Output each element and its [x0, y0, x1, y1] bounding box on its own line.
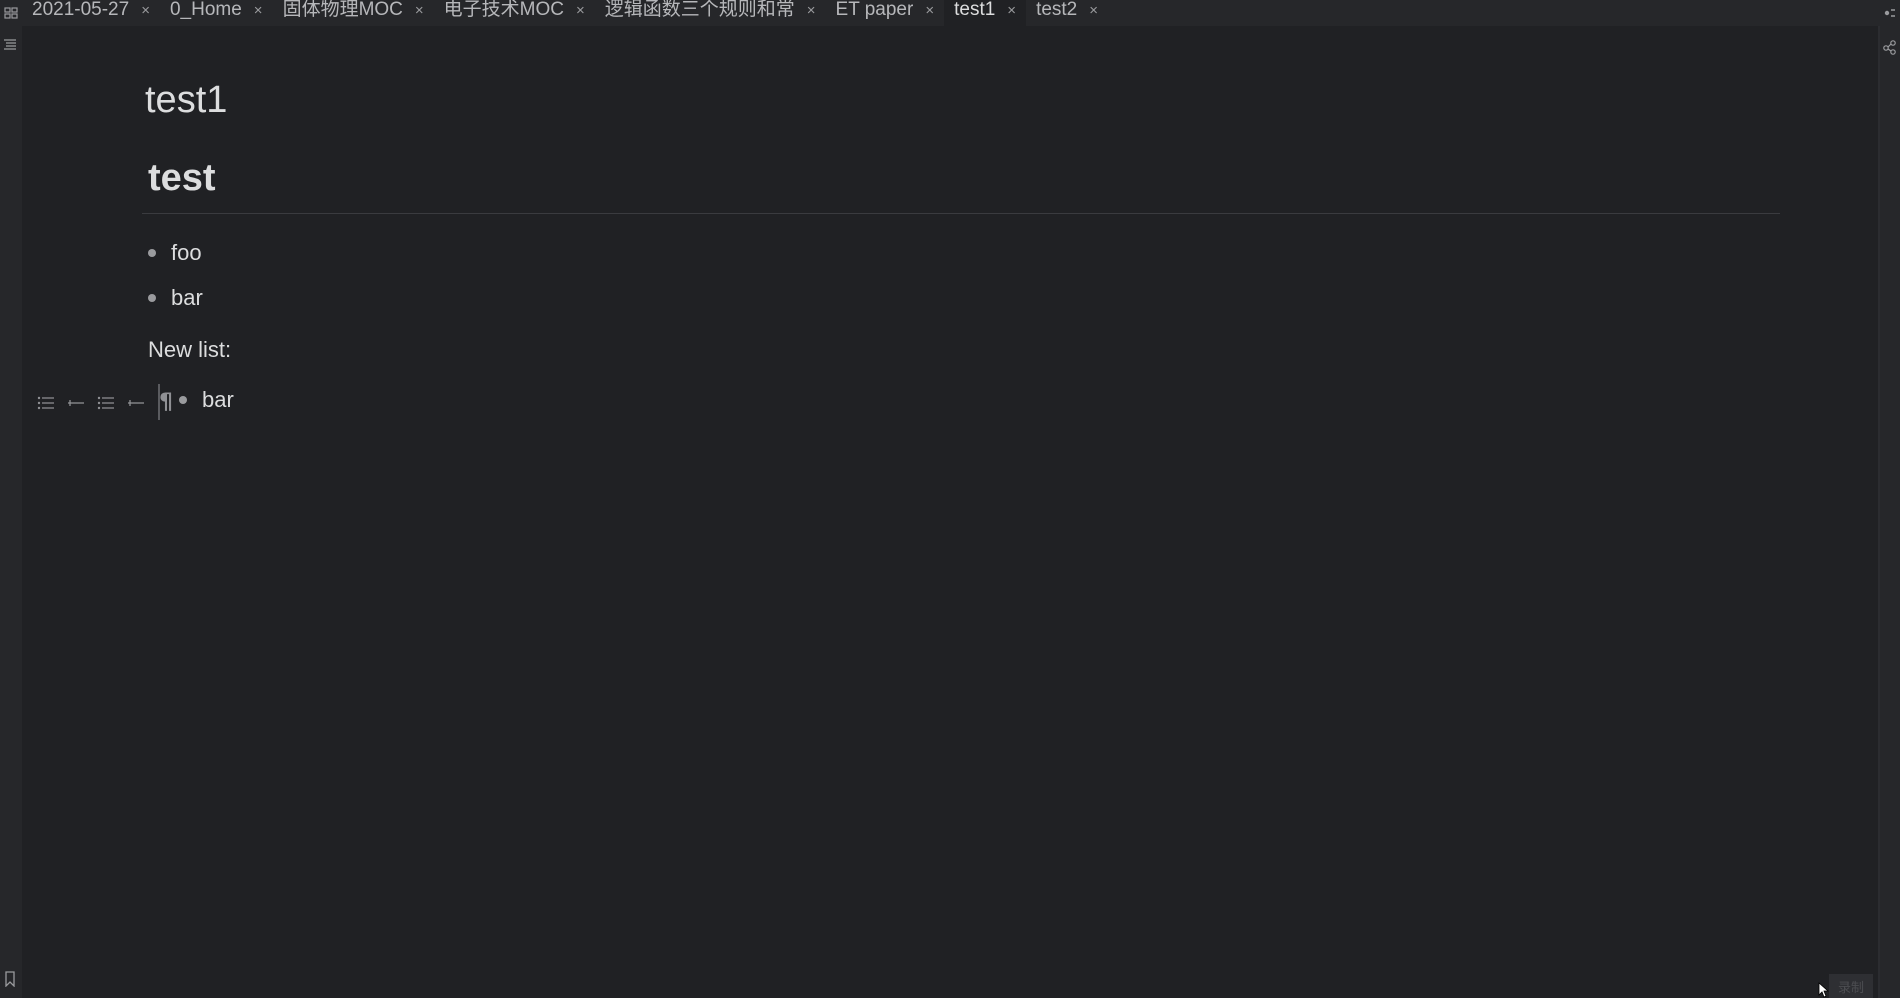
- tabs: 2021-05-27 × 0_Home × 固体物理MOC × 电子技术MOC …: [22, 0, 1108, 26]
- tab-et-paper[interactable]: ET paper ×: [826, 0, 945, 26]
- paragraph-new-list[interactable]: New list:: [148, 335, 231, 365]
- block-toolbar: ¶: [36, 388, 176, 418]
- bullet-list-icon[interactable]: [36, 393, 56, 413]
- outline-icon[interactable]: [1, 36, 19, 54]
- tab-label: ET paper: [835, 0, 914, 20]
- tab-solid-state-moc[interactable]: 固体物理MOC ×: [273, 0, 434, 26]
- bullet-icon: [179, 395, 187, 404]
- tab-bar: 2021-05-27 × 0_Home × 固体物理MOC × 电子技术MOC …: [0, 0, 1900, 26]
- heading-test[interactable]: test: [148, 156, 216, 200]
- tab-list-icon[interactable]: [0, 0, 22, 26]
- bookmark-icon[interactable]: [1, 970, 19, 988]
- tab-logic-functions[interactable]: 逻辑函数三个规则和常用 ×: [595, 0, 826, 26]
- app-window: 2021-05-27 × 0_Home × 固体物理MOC × 电子技术MOC …: [0, 0, 1900, 998]
- close-icon[interactable]: ×: [576, 0, 585, 22]
- left-ribbon: [0, 26, 22, 998]
- tab-0-home[interactable]: 0_Home ×: [160, 0, 273, 26]
- right-ribbon: [1880, 26, 1900, 998]
- note-title[interactable]: test1: [145, 78, 227, 122]
- tab-2021-05-27[interactable]: 2021-05-27 ×: [22, 0, 160, 26]
- close-icon[interactable]: ×: [925, 0, 934, 22]
- close-icon[interactable]: ×: [807, 0, 816, 22]
- close-icon[interactable]: ×: [1007, 0, 1016, 22]
- bullet-list-icon[interactable]: [96, 393, 116, 413]
- tab-test2[interactable]: test2 ×: [1026, 0, 1108, 26]
- tab-label: 2021-05-27: [32, 0, 130, 20]
- heading-divider: [142, 213, 1780, 214]
- tab-label: test2: [1036, 0, 1078, 20]
- list-item-text: bar: [202, 386, 234, 412]
- list-item[interactable]: bar: [148, 275, 203, 320]
- more-options-icon[interactable]: [1880, 0, 1900, 26]
- close-icon[interactable]: ×: [141, 0, 150, 22]
- tab-label: 电子技术MOC: [443, 0, 564, 20]
- tab-label: 0_Home: [169, 0, 242, 20]
- close-icon[interactable]: ×: [254, 0, 263, 22]
- indent-icon[interactable]: [66, 393, 86, 413]
- text-cursor: [158, 384, 160, 420]
- tab-label: 逻辑函数三个规则和常用: [604, 0, 795, 20]
- indent-icon[interactable]: [126, 393, 146, 413]
- new-bullet-list: bar: [179, 377, 234, 422]
- tab-test1[interactable]: test1 ×: [944, 0, 1027, 26]
- bullet-list: foo bar: [148, 230, 203, 320]
- record-badge[interactable]: 录制: [1829, 974, 1873, 998]
- list-item-text: foo: [171, 239, 202, 265]
- mouse-pointer-icon: [1818, 982, 1830, 998]
- bullet-icon: [148, 293, 156, 302]
- editor-pane[interactable]: test1 test foo bar New list: ¶ bar: [22, 26, 1878, 998]
- close-icon[interactable]: ×: [1089, 0, 1098, 22]
- bullet-icon: [148, 248, 156, 257]
- list-item[interactable]: bar: [179, 377, 234, 422]
- tab-label: 固体物理MOC: [282, 0, 403, 20]
- close-icon[interactable]: ×: [415, 0, 424, 22]
- list-item-text: bar: [171, 284, 203, 310]
- list-item[interactable]: foo: [148, 230, 203, 275]
- graph-view-icon[interactable]: [1881, 38, 1899, 56]
- tab-label: test1: [954, 0, 996, 20]
- tab-electronics-moc[interactable]: 电子技术MOC ×: [434, 0, 595, 26]
